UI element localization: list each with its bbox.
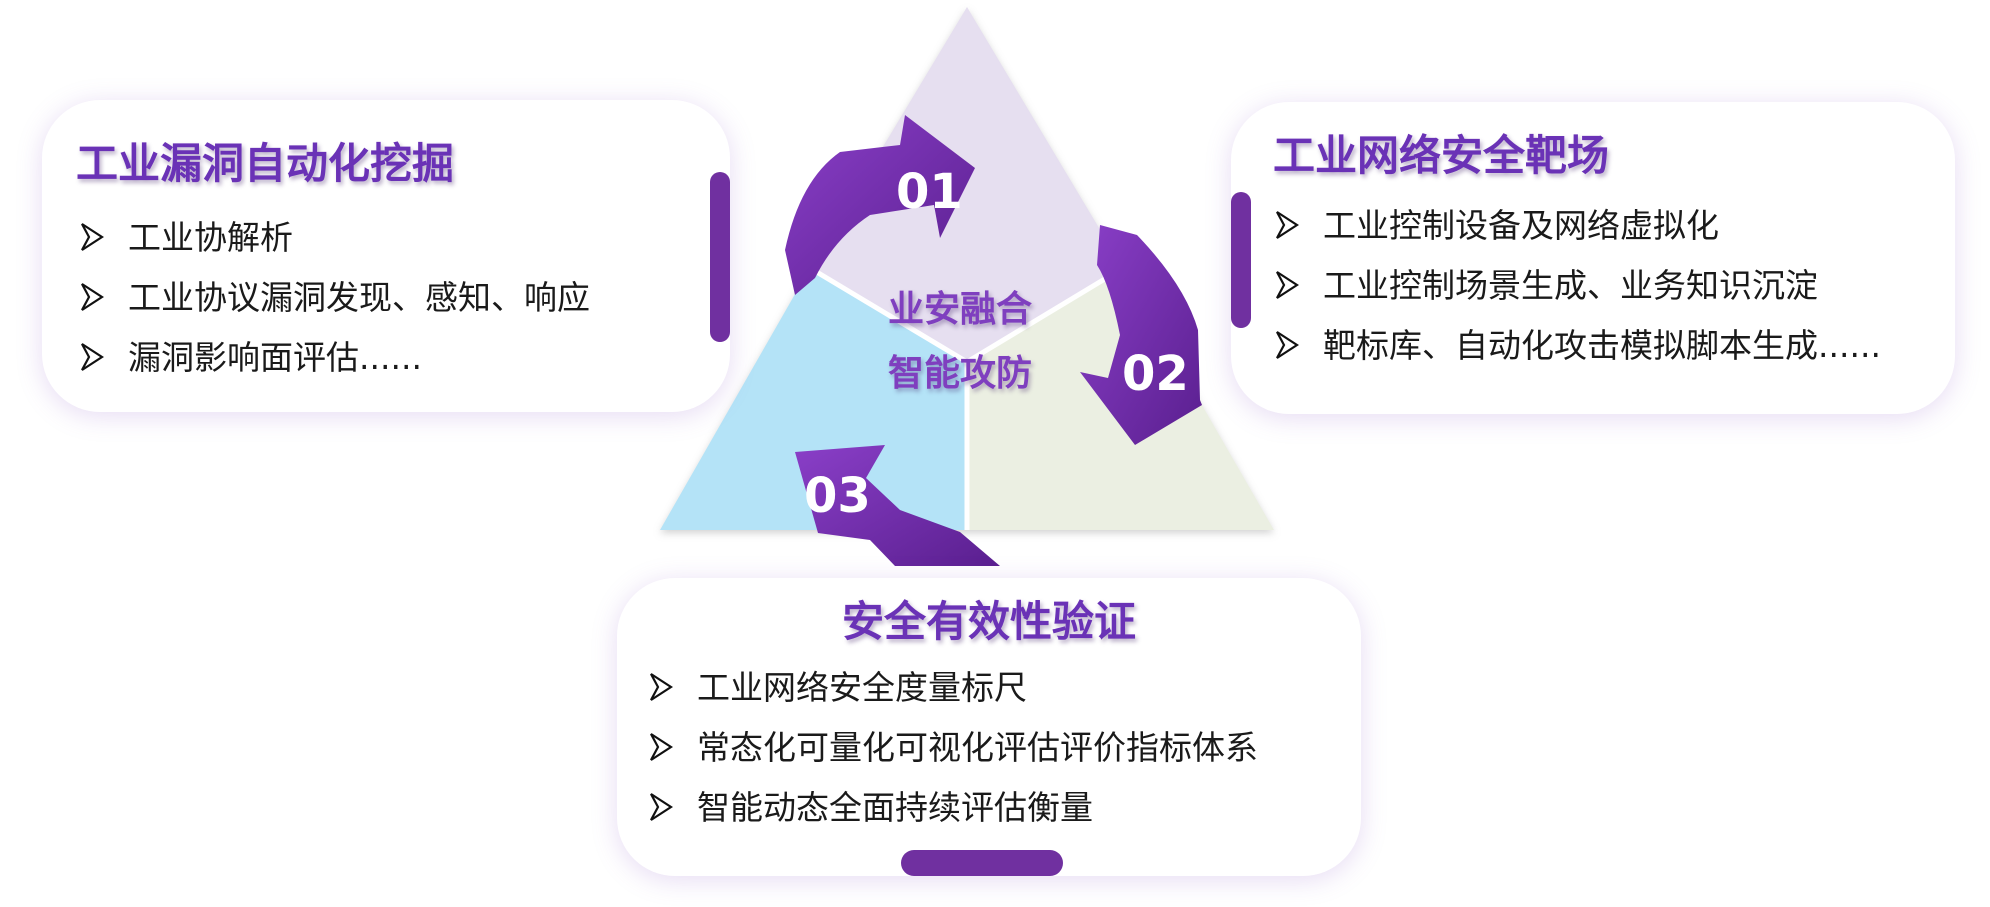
step-03-number: 03 [804, 468, 871, 524]
arrowhead-bullet-icon [1276, 331, 1299, 359]
card-list: 工业协解析 工业协议漏洞发现、感知、响应 漏洞影响面评估...... [80, 208, 590, 388]
arrowhead-bullet-icon [1276, 211, 1299, 239]
card-cyber-range: 工业网络安全靶场 工业控制设备及网络虚拟化 工业控制场景生成、业务知识沉淀 靶标… [1231, 102, 1955, 414]
list-item-text: 智能动态全面持续评估衡量 [697, 788, 1093, 827]
step-02-number: 02 [1122, 346, 1189, 402]
arrowhead-bullet-icon [81, 283, 104, 311]
card-list: 工业控制设备及网络虚拟化 工业控制场景生成、业务知识沉淀 靶标库、自动化攻击模拟… [1275, 196, 1881, 376]
card-vulnerability-mining: 工业漏洞自动化挖掘 工业协解析 工业协议漏洞发现、感知、响应 漏洞影响面评估..… [42, 100, 730, 412]
step-01-number: 01 [896, 164, 963, 220]
triangle [660, 7, 1274, 530]
accent-bar [1231, 192, 1251, 328]
list-item: 工业控制设备及网络虚拟化 [1275, 196, 1881, 256]
list-item-text: 常态化可量化可视化评估评价指标体系 [697, 728, 1258, 767]
list-item-text: 工业协解析 [128, 218, 293, 257]
list-item-text: 工业协议漏洞发现、感知、响应 [128, 278, 590, 317]
center-label-line1: 业安融合 [888, 289, 1033, 330]
card-title: 工业网络安全靶场 [1273, 131, 1610, 180]
arrowhead-bullet-icon [81, 223, 104, 251]
list-item-text: 工业控制设备及网络虚拟化 [1323, 206, 1719, 245]
arrowhead-bullet-icon [81, 343, 104, 371]
list-item: 工业控制场景生成、业务知识沉淀 [1275, 256, 1881, 316]
list-item-text: 靶标库、自动化攻击模拟脚本生成...... [1323, 326, 1881, 365]
list-item: 靶标库、自动化攻击模拟脚本生成...... [1275, 316, 1881, 376]
arrowhead-bullet-icon [650, 793, 673, 821]
list-item: 工业网络安全度量标尺 [649, 658, 1258, 718]
list-item: 智能动态全面持续评估衡量 [649, 778, 1258, 838]
card-title: 安全有效性验证 [841, 597, 1136, 646]
arrowhead-bullet-icon [1276, 271, 1299, 299]
arrowhead-bullet-icon [650, 673, 673, 701]
list-item-text: 工业控制场景生成、业务知识沉淀 [1323, 266, 1818, 305]
list-item: 漏洞影响面评估...... [80, 328, 590, 388]
card-title: 工业漏洞自动化挖掘 [76, 139, 455, 188]
list-item: 工业协议漏洞发现、感知、响应 [80, 268, 590, 328]
card-security-validation: 安全有效性验证 工业网络安全度量标尺 常态化可量化可视化评估评价指标体系 智能动… [617, 578, 1361, 876]
card-list: 工业网络安全度量标尺 常态化可量化可视化评估评价指标体系 智能动态全面持续评估衡… [649, 658, 1258, 838]
accent-bar [901, 850, 1063, 876]
list-item: 常态化可量化可视化评估评价指标体系 [649, 718, 1258, 778]
list-item-text: 漏洞影响面评估...... [128, 338, 422, 377]
arrowhead-bullet-icon [650, 733, 673, 761]
center-label-line2: 智能攻防 [888, 353, 1033, 394]
list-item: 工业协解析 [80, 208, 590, 268]
accent-bar [710, 172, 730, 342]
list-item-text: 工业网络安全度量标尺 [697, 668, 1027, 707]
